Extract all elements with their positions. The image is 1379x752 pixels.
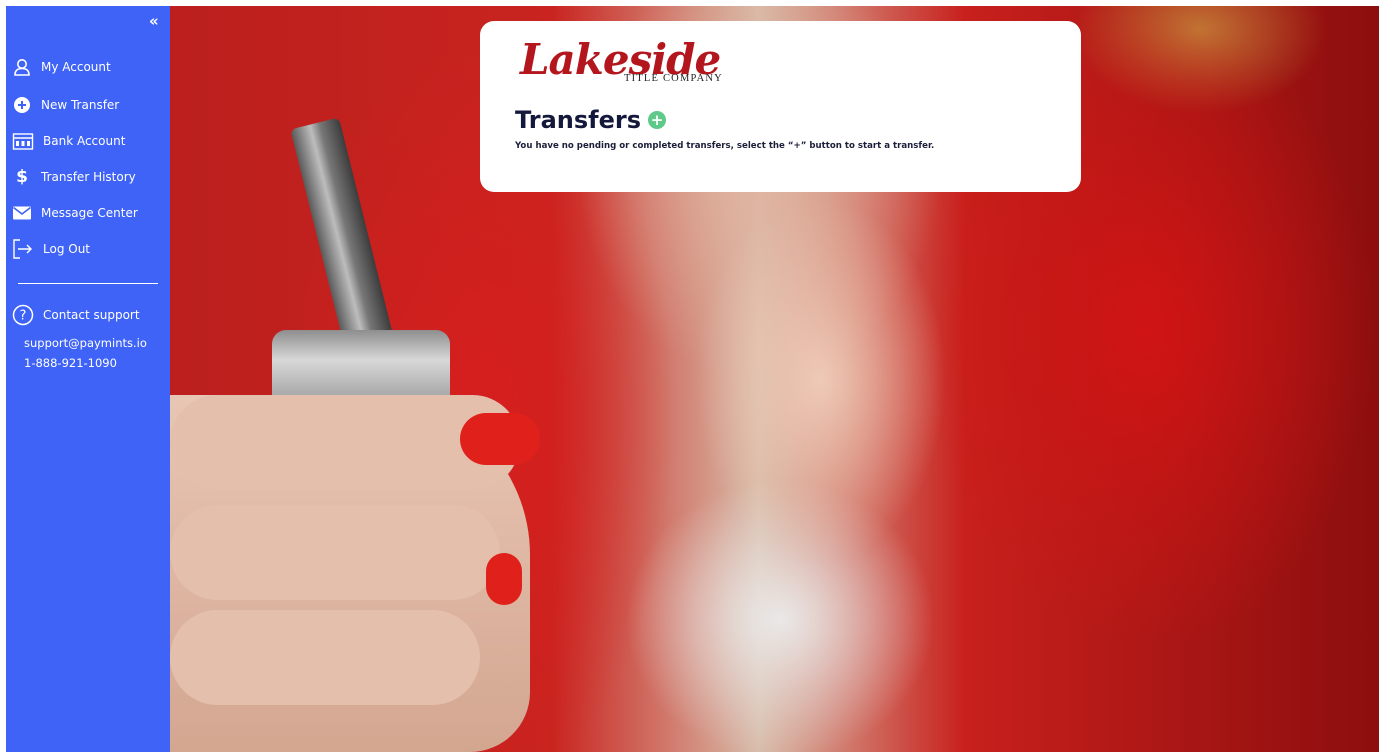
contact-support-link[interactable]: ? Contact support [12, 304, 140, 326]
sidebar-divider [18, 283, 158, 284]
sidebar-item-transfer-history[interactable]: $ Transfer History [12, 166, 136, 188]
fingernail-shape [460, 413, 540, 465]
empty-state-message: You have no pending or completed transfe… [515, 141, 935, 151]
fingernail-shape [486, 553, 522, 605]
collapse-sidebar-button[interactable]: « [149, 12, 159, 30]
question-circle-icon: ? [12, 304, 34, 326]
sidebar-item-label: Transfer History [41, 170, 136, 184]
sidebar-item-my-account[interactable]: My Account [12, 56, 111, 78]
plus-circle-icon [12, 95, 32, 115]
svg-text:?: ? [20, 309, 27, 324]
sidebar-item-label: Log Out [43, 242, 91, 256]
sidebar-item-bank-account[interactable]: Bank Account [12, 130, 125, 152]
add-transfer-button[interactable]: + [647, 111, 666, 129]
sidebar-item-label: Message Center [41, 206, 138, 220]
transfers-card: Lakeside TITLE COMPANY Transfers + You h… [480, 21, 1081, 192]
sidebar: « My Account New Transfer Bank Account $… [6, 6, 170, 752]
sidebar-item-log-out[interactable]: Log Out [12, 238, 90, 260]
finger-shape [170, 505, 500, 600]
dollar-icon: $ [16, 167, 28, 187]
sidebar-item-label: My Account [41, 60, 111, 74]
top-border [0, 0, 1379, 6]
lakeside-logo: Lakeside TITLE COMPANY [520, 35, 730, 95]
sidebar-item-label: New Transfer [41, 98, 120, 112]
hand-image [170, 395, 540, 752]
title-row: Transfers + [515, 106, 666, 134]
support-phone: 1-888-921-1090 [24, 356, 117, 370]
support-email[interactable]: support@paymints.io [24, 336, 147, 350]
sidebar-item-new-transfer[interactable]: New Transfer [12, 94, 119, 116]
contact-support-label: Contact support [43, 308, 140, 322]
logout-icon [12, 238, 34, 260]
sidebar-item-message-center[interactable]: Message Center [12, 202, 138, 224]
finger-shape [170, 610, 480, 705]
logo-subtitle: TITLE COMPANY [624, 73, 723, 84]
user-icon [12, 57, 32, 77]
sidebar-item-label: Bank Account [43, 134, 126, 148]
bank-icon [12, 131, 34, 151]
key-head-image [272, 330, 450, 405]
page-title: Transfers [515, 106, 641, 134]
envelope-icon [12, 203, 32, 223]
